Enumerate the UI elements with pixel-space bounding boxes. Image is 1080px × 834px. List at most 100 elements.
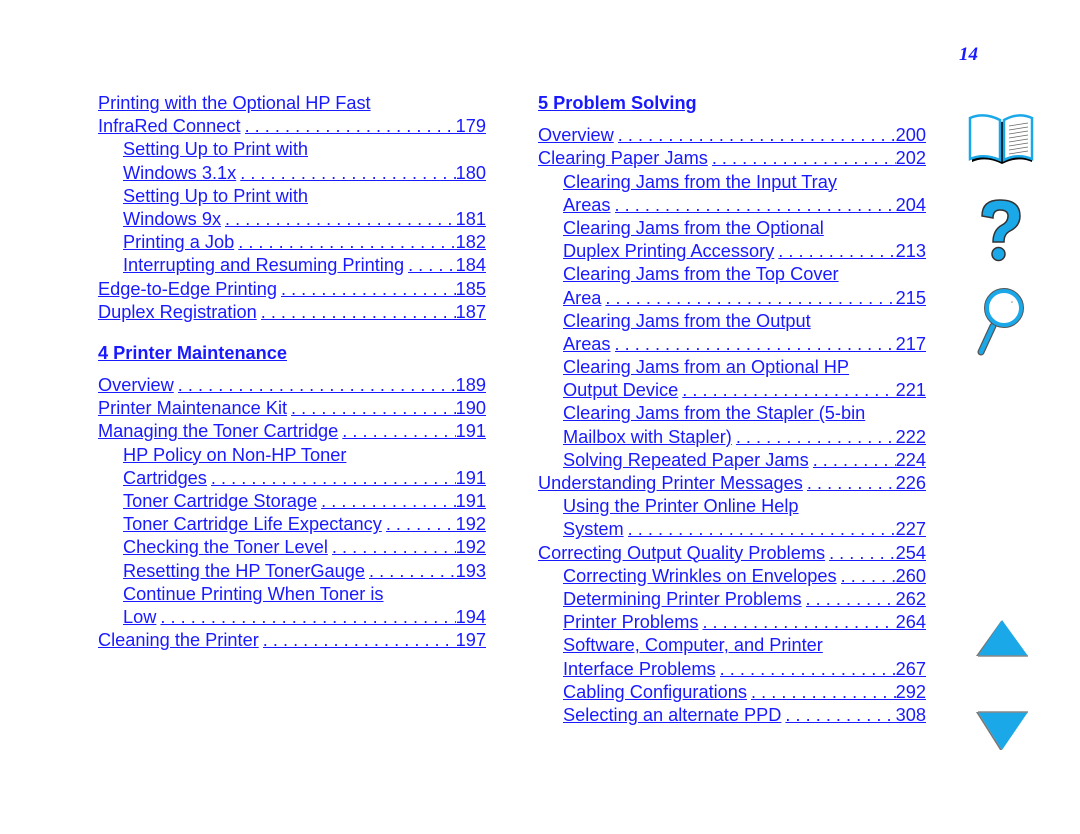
toc-entry-link[interactable]: Printing with the Optional HP Fast Infra… <box>98 92 486 138</box>
toc-entry-title: Printing with the Optional HP Fast <box>98 93 371 113</box>
toc-page-number: 267 <box>895 658 926 679</box>
dot-leader <box>342 420 455 443</box>
toc-entry-link[interactable]: Cabling Configurations 292 <box>538 681 926 704</box>
previous-page-arrow-icon[interactable] <box>974 618 1030 658</box>
toc-page-number: 187 <box>455 301 486 322</box>
toc-entry-row: Areas 204 <box>538 194 926 217</box>
next-page-arrow-icon[interactable] <box>974 710 1030 752</box>
dot-leader <box>712 147 896 170</box>
toc-page-number: 192 <box>455 514 486 535</box>
toc-page-number: 264 <box>895 612 926 633</box>
toc-entry-link[interactable]: Printer Problems 264 <box>538 611 926 634</box>
toc-entry-link[interactable]: Overview 200 <box>538 124 926 147</box>
dot-leader <box>408 254 456 277</box>
toc-entry-link[interactable]: Clearing Jams from the Input Tray Areas 2… <box>538 171 926 217</box>
toc-page-number: 226 <box>895 473 926 493</box>
toc-entry-title: Duplex Registration <box>98 301 257 322</box>
toc-page-number: 193 <box>455 560 486 581</box>
toc-page-number: 192 <box>455 537 486 558</box>
toc-entry-link[interactable]: Setting Up to Print with Windows 9x 181 <box>98 185 486 231</box>
dot-leader <box>615 194 896 217</box>
toc-entry-link[interactable]: Edge-to-Edge Printing 185 <box>98 278 486 301</box>
dot-leader <box>807 472 896 495</box>
toc-entry-link[interactable]: Clearing Jams from the Top Cover Area 215 <box>538 263 926 309</box>
dot-leader <box>702 611 895 634</box>
dot-leader <box>178 374 456 397</box>
toc-entry-link[interactable]: Understanding Printer Messages 226 <box>538 472 926 495</box>
toc-entry-title: Understanding Printer Messages <box>538 473 803 493</box>
dot-leader <box>261 301 456 324</box>
toc-entry-link[interactable]: Determining Printer Problems 262 <box>538 588 926 611</box>
toc-entry-link[interactable]: Clearing Jams from an Optional HP Output… <box>538 356 926 402</box>
toc-entry-title: Managing the Toner Cartridge <box>98 421 339 442</box>
toc-pre-entries: Printing with the Optional HP Fast Infra… <box>98 92 486 324</box>
toc-entry-title: Selecting an alternate PPD <box>563 704 782 725</box>
toc-entry-link[interactable]: Clearing Paper Jams 202 <box>538 147 926 170</box>
toc-entry-link[interactable]: Cleaning the Printer 197 <box>98 629 486 652</box>
toc-entry-title: Areas <box>563 333 611 354</box>
toc-entry-link[interactable]: Software, Computer, and Printer Interfac… <box>538 634 926 680</box>
toc-entry-link[interactable]: Setting Up to Print with Windows 3.1x 180 <box>98 138 486 184</box>
toc-entry-link[interactable]: Continue Printing When Toner is Low 194 <box>98 583 486 629</box>
dot-leader <box>618 124 896 147</box>
dot-leader <box>291 397 456 420</box>
toc-page-number: 180 <box>455 162 486 183</box>
toc-entry-title: Interface Problems <box>563 658 716 679</box>
toc-entry-link[interactable]: Clearing Jams from the Optional Duplex P… <box>538 217 926 263</box>
dot-leader <box>369 560 456 583</box>
toc-entry-link[interactable]: Managing the Toner Cartridge 191 <box>98 420 486 443</box>
toc-entry-link[interactable]: Duplex Registration 187 <box>98 301 486 324</box>
toc-page-number: 184 <box>455 255 486 276</box>
toc-entry-link[interactable]: Resetting the HP TonerGauge 193 <box>98 560 486 583</box>
toc-entry-link[interactable]: Solving Repeated Paper Jams 224 <box>538 449 926 472</box>
toc-entry-link[interactable]: Checking the Toner Level 192 <box>98 536 486 559</box>
toc-entry-title: Correcting Output Quality Problems <box>538 542 826 563</box>
dot-leader <box>332 536 456 559</box>
toc-entry-link[interactable]: Printing a Job 182 <box>98 231 486 254</box>
index-magnifier-icon[interactable] <box>974 286 1030 356</box>
toc-entry-row: Toner Cartridge Life Expectancy 192 <box>98 513 486 536</box>
contents-book-icon[interactable] <box>968 112 1036 168</box>
toc-entry-title: Clearing Jams from the Input Tray <box>563 171 837 192</box>
toc-entry-row: Cleaning the Printer 197 <box>98 629 486 652</box>
toc-entry-title: Edge-to-Edge Printing <box>98 278 277 299</box>
dot-leader <box>751 681 896 704</box>
toc-entry-link[interactable]: Toner Cartridge Storage 191 <box>98 490 486 513</box>
toc-entry-link[interactable]: Correcting Wrinkles on Envelopes 260 <box>538 565 926 588</box>
toc-entry-link[interactable]: Clearing Jams from the Stapler (5-bin Ma… <box>538 402 926 448</box>
toc-entry-row: Correcting Output Quality Problems 254 <box>538 542 926 565</box>
toc-entry-link[interactable]: Overview 189 <box>98 374 486 397</box>
section-heading-text[interactable]: 5 Problem Solving <box>538 92 697 115</box>
toc-entry-link[interactable]: Interrupting and Resuming Printing 184 <box>98 254 486 277</box>
toc-entry-row: Areas 217 <box>538 333 926 356</box>
dot-leader <box>841 565 896 588</box>
section-heading-printer-maintenance[interactable]: 4 Printer Maintenance <box>98 342 486 365</box>
toc-entry-link[interactable]: Using the Printer Online Help System 227 <box>538 495 926 541</box>
toc-page-number: 190 <box>455 398 486 419</box>
dot-leader <box>225 208 456 231</box>
toc-entry-row: Solving Repeated Paper Jams 224 <box>538 449 926 472</box>
section-heading-text[interactable]: 4 Printer Maintenance <box>98 342 287 365</box>
toc-entry-title-line: Clearing Jams from the Stapler (5-bin <box>538 402 926 425</box>
toc-entry-link[interactable]: Clearing Jams from the Output Areas 217 <box>538 310 926 356</box>
toc-entry-title: Clearing Jams from the Stapler (5-bin <box>563 403 866 424</box>
toc-entry-link[interactable]: Correcting Output Quality Problems 254 <box>538 542 926 565</box>
toc-problem-solving-entries: Overview200Clearing Paper Jams202Clearin… <box>538 124 926 727</box>
help-question-icon[interactable] <box>974 196 1026 264</box>
toc-entry-link[interactable]: Selecting an alternate PPD 308 <box>538 704 926 727</box>
toc-entry-link[interactable]: HP Policy on Non-HP Toner Cartridges 191 <box>98 444 486 490</box>
toc-entry-link[interactable]: Toner Cartridge Life Expectancy 192 <box>98 513 486 536</box>
toc-page-number: 213 <box>895 241 926 262</box>
dot-leader <box>806 588 896 611</box>
toc-page-number: 260 <box>895 565 926 586</box>
toc-entry-title-line: Software, Computer, and Printer <box>538 634 926 657</box>
toc-entry-link[interactable]: Printer Maintenance Kit 190 <box>98 397 486 420</box>
section-heading-problem-solving[interactable]: 5 Problem Solving <box>538 92 926 115</box>
toc-page-number: 215 <box>895 287 926 308</box>
toc-entry-row: Checking the Toner Level 192 <box>98 536 486 559</box>
toc-entry-row: Managing the Toner Cartridge 191 <box>98 420 486 443</box>
toc-entry-title-line: HP Policy on Non-HP Toner <box>98 444 486 467</box>
toc-entry-title: Clearing Jams from the Output <box>563 310 811 331</box>
dot-leader <box>778 240 895 263</box>
toc-entry-row: Low 194 <box>98 606 486 629</box>
